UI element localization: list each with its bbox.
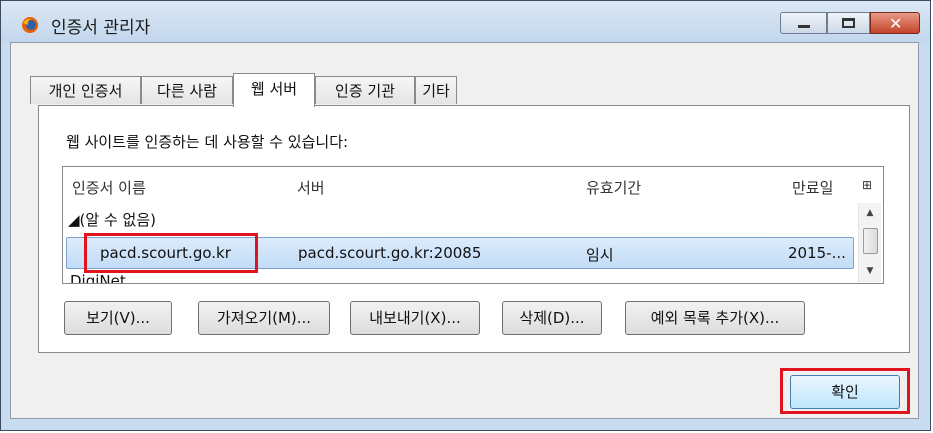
tab-authorities[interactable]: 인증 기관	[315, 76, 415, 104]
column-header-cert-name[interactable]: 인증서 이름	[72, 177, 146, 198]
column-header-expires[interactable]: 만료일	[792, 177, 833, 198]
maximize-icon	[842, 18, 855, 28]
cell-expires: 2015-...	[788, 244, 846, 262]
maximize-button[interactable]	[827, 12, 870, 34]
window-title: 인증서 관리자	[51, 18, 151, 38]
ok-button[interactable]: 확인	[790, 375, 900, 409]
view-button[interactable]: 보기(V)...	[64, 301, 172, 335]
column-header-server[interactable]: 서버	[297, 177, 325, 198]
tab-personal-certs[interactable]: 개인 인증서	[30, 76, 141, 104]
cell-lifetime: 임시	[586, 246, 614, 264]
column-header-lifetime[interactable]: 유효기간	[586, 177, 641, 198]
tab-web-servers[interactable]: 웹 서버	[233, 73, 315, 107]
panel-description: 웹 사이트를 인증하는 데 사용할 수 있습니다:	[66, 133, 349, 151]
add-exception-button[interactable]: 예외 목록 추가(X)...	[625, 301, 805, 335]
scroll-thumb[interactable]	[863, 228, 878, 254]
minimize-icon	[798, 25, 810, 28]
scroll-down-icon[interactable]: ▼	[859, 263, 881, 279]
tree-group-unknown[interactable]: ◢(알 수 없음)	[68, 209, 156, 230]
title-bar: 인증서 관리자 ✕	[1, 1, 930, 43]
import-button[interactable]: 가져오기(M)...	[198, 301, 330, 335]
tree-scrollbar[interactable]: ▲ ▼	[858, 203, 881, 282]
firefox-icon	[22, 17, 38, 33]
partial-row-label: DigiNet	[70, 272, 126, 283]
close-icon: ✕	[889, 14, 903, 33]
export-button[interactable]: 내보내기(X)...	[350, 301, 480, 335]
scroll-up-icon[interactable]: ▲	[859, 205, 881, 221]
table-row-partial[interactable]: DigiNet	[62, 272, 262, 283]
tab-others[interactable]: 기타	[415, 76, 457, 104]
cell-server: pacd.scourt.go.kr:20085	[298, 244, 482, 262]
column-picker-icon[interactable]: ⊞	[862, 178, 876, 192]
cell-cert-name: pacd.scourt.go.kr	[100, 244, 231, 262]
tab-other-people[interactable]: 다른 사람	[141, 76, 233, 104]
minimize-button[interactable]	[780, 12, 827, 34]
delete-button[interactable]: 삭제(D)...	[502, 301, 602, 335]
close-button[interactable]: ✕	[870, 12, 920, 34]
